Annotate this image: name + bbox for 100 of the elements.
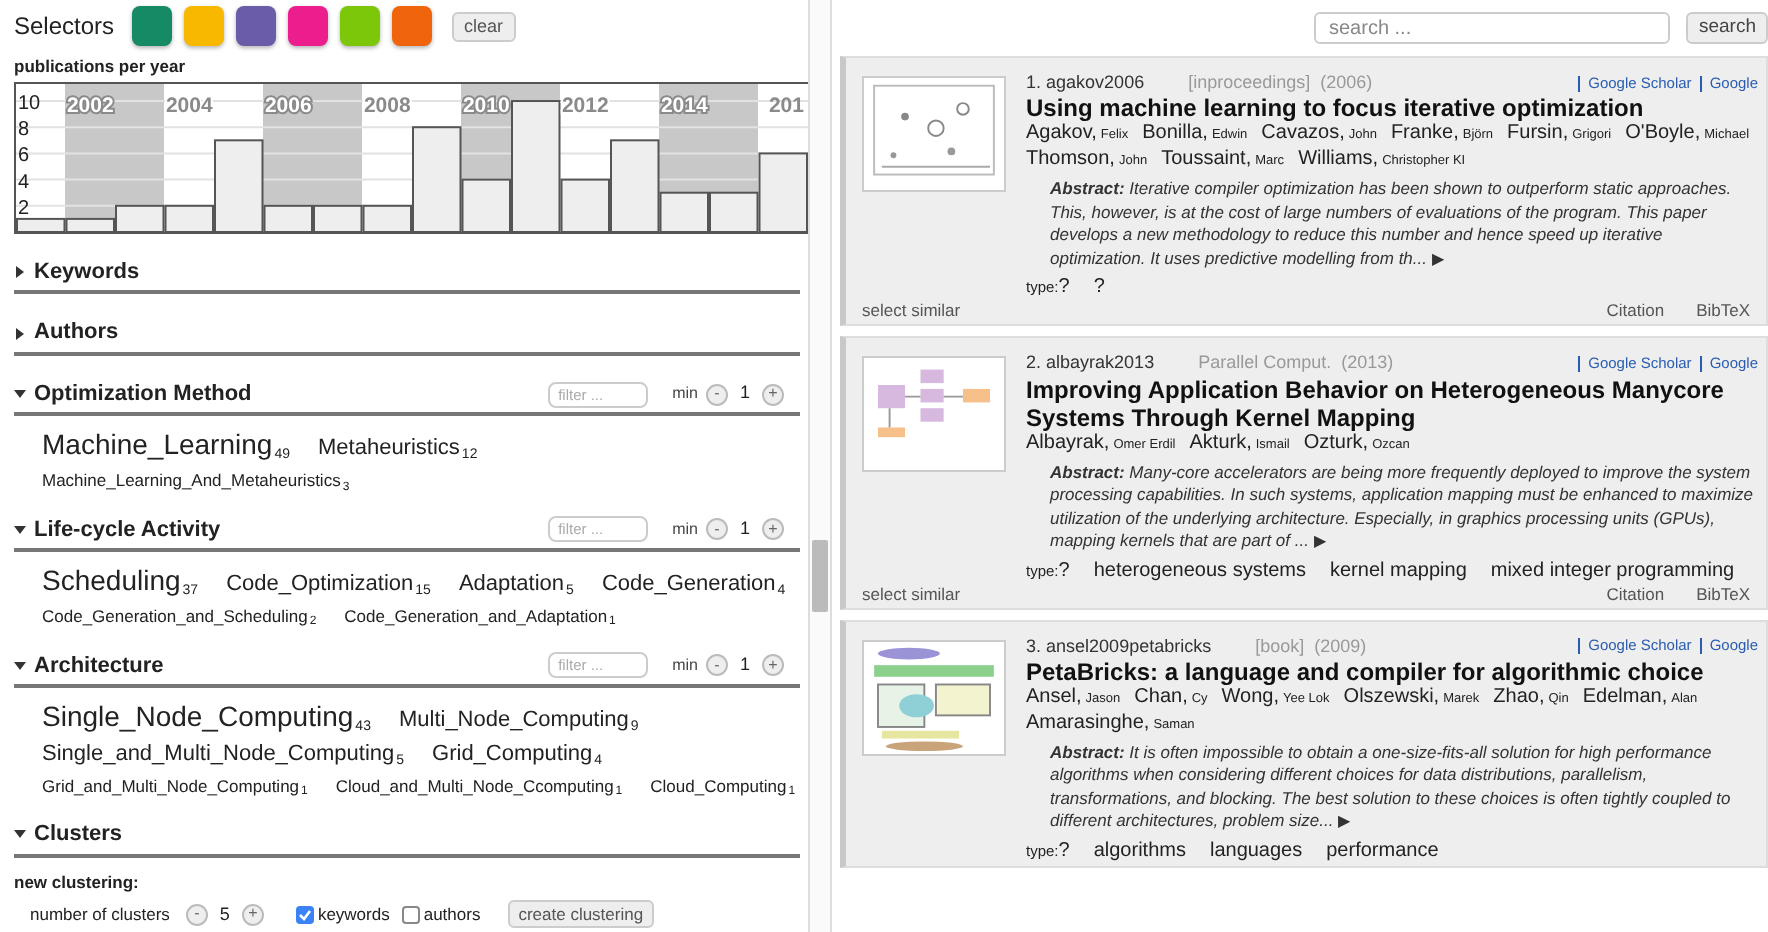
decrement-button[interactable]: - <box>705 383 728 405</box>
section-header[interactable]: Authors <box>14 316 119 350</box>
tag-link[interactable]: Multi_Node_Computing$_{9}$ <box>398 708 639 736</box>
keyword-link[interactable]: mixed integer programming <box>1490 557 1735 583</box>
select-similar-link[interactable]: select similar <box>862 300 961 323</box>
keyword-link[interactable]: algorithms <box>1093 837 1186 864</box>
color-selector[interactable] <box>340 6 381 46</box>
year-label: 2012 <box>561 93 609 118</box>
venue-text: [inproceedings] (2006) <box>1188 72 1373 95</box>
tag-link[interactable]: Code_Generation_and_Adaptation$_{1}$ <box>344 605 616 627</box>
number-value: 1 <box>737 380 752 407</box>
increment-button[interactable]: + <box>241 903 264 926</box>
checkbox-label: authors <box>423 902 481 928</box>
selectors-label: Selectors <box>14 10 115 44</box>
tag-link[interactable]: Code_Generation_and_Scheduling$_{2}$ <box>42 605 317 627</box>
expand-icon[interactable] <box>14 327 26 339</box>
year-label: 2002 <box>66 93 114 118</box>
increment-button[interactable]: + <box>762 654 784 677</box>
expand-link[interactable]: ▶ <box>1431 249 1444 268</box>
min-label: min <box>672 517 698 542</box>
checkbox-label: keywords <box>317 902 390 928</box>
collapse-icon[interactable] <box>14 828 26 841</box>
min-label: min <box>672 653 698 678</box>
tag-link[interactable]: Single_Node_Computing$_{43}$ <box>42 700 371 735</box>
scrollbar-thumb[interactable] <box>812 540 828 612</box>
section-header[interactable]: Keywords <box>14 255 140 289</box>
expand-icon[interactable] <box>14 266 26 278</box>
tag-link[interactable]: Grid_and_Multi_Node_Computing$_{1}$ <box>42 775 308 797</box>
number-value: 5 <box>217 901 232 928</box>
entry-key: 1. agakov2006 <box>1026 72 1145 95</box>
axis-label: 6 <box>18 144 30 167</box>
action-link[interactable]: BibTeX <box>1696 583 1750 605</box>
expand-link[interactable]: ▶ <box>1338 812 1351 831</box>
tag-link[interactable]: Cloud_Computing$_{1}$ <box>650 775 796 797</box>
clear-button[interactable]: clear <box>452 11 516 41</box>
keyword-link[interactable]: performance <box>1326 837 1439 864</box>
year-label: 201 <box>768 93 804 118</box>
search-button[interactable]: search <box>1686 12 1768 44</box>
section-header[interactable]: Clusters <box>14 818 123 852</box>
year-label: 2006 <box>264 93 312 118</box>
color-selector[interactable] <box>288 6 329 46</box>
abstract-text: Abstract: Iterative compiler optimization has been shown to outperform static approaches. This, however, is at the cost of large numbers of evaluations of the program. This paper develops a new methodology to reduce this number and hence speed up iterative optimization. It uses predictive modelling from th... ▶ <box>1048 176 1734 271</box>
year-label: 2008 <box>363 93 411 118</box>
keyword-link[interactable]: heterogeneous systems <box>1093 557 1306 583</box>
collapse-icon[interactable] <box>14 659 26 672</box>
venue-text: [book] (2009) <box>1255 635 1367 658</box>
venue-text: Parallel Comput. (2013) <box>1198 352 1394 375</box>
color-selector[interactable] <box>236 6 277 46</box>
tag-link[interactable]: Adaptation$_{5}$ <box>458 572 574 600</box>
year-label: 2004 <box>165 93 213 118</box>
entry-key: 2. albayrak2013 <box>1026 352 1155 375</box>
abstract-text: Abstract: Many-core accelerators are being more frequently deployed to improve the system processing capabilities. In such systems, application mapping must be enhanced to maximize utilization of the underlying architecture. Especially, in graphics processing units (GPUs), mapping kernels that are part of ... ▶ <box>1047 459 1756 553</box>
tag-link[interactable]: Grid_Computing$_{4}$ <box>432 741 603 769</box>
publication-title[interactable]: Using machine learning to focus iterative optimization <box>1026 94 1758 123</box>
create-clustering-button[interactable]: create clustering <box>508 900 654 929</box>
year-label: 2014 <box>660 93 708 118</box>
axis-label: 2 <box>18 197 30 220</box>
entry-key: 3. ansel2009petabricks <box>1026 635 1212 658</box>
tag-link[interactable]: Machine_Learning$_{49}$ <box>42 428 290 464</box>
color-selector[interactable] <box>184 6 225 46</box>
increment-button[interactable]: + <box>762 383 784 405</box>
action-link[interactable]: BibTeX <box>1696 300 1750 323</box>
search-field[interactable]: search ... <box>1314 12 1671 44</box>
year-label: 2010 <box>462 93 510 118</box>
keyword-link[interactable]: ? <box>1093 274 1105 301</box>
tag-link[interactable]: Single_and_Multi_Node_Computing$_{5}$ <box>42 741 405 769</box>
select-similar-link[interactable]: select similar <box>862 583 961 605</box>
axis-label: 8 <box>18 118 30 141</box>
tag-link[interactable]: Metaheuristics$_{12}$ <box>318 436 478 464</box>
tag-link[interactable]: Code_Optimization$_{15}$ <box>226 572 431 600</box>
tag-link[interactable]: Scheduling$_{37}$ <box>42 564 199 600</box>
keyword-link[interactable]: languages <box>1209 837 1303 864</box>
tag-link[interactable]: Cloud_and_Multi_Node_Ccomputing$_{1}$ <box>335 775 623 797</box>
publication-title[interactable]: PetaBricks: a language and compiler for algorithmic choice <box>1026 657 1758 686</box>
section-header[interactable]: Architecture <box>14 649 164 682</box>
axis-label: 4 <box>18 171 30 194</box>
chart-title: publications per year <box>14 54 187 80</box>
keyword-link[interactable]: kernel mapping <box>1330 557 1467 583</box>
section-header[interactable]: Optimization Method <box>14 377 252 411</box>
collapse-icon[interactable] <box>14 388 26 400</box>
min-label: min <box>672 382 698 406</box>
color-selector[interactable] <box>132 6 173 46</box>
decrement-button[interactable]: - <box>705 518 728 541</box>
color-selector[interactable] <box>392 6 433 46</box>
clustering-heading: new clustering: <box>14 869 141 895</box>
decrement-button[interactable]: - <box>185 903 208 926</box>
tag-link[interactable]: Machine_Learning_And_Metaheuristics$_{3}$ <box>42 470 350 492</box>
number-value: 1 <box>737 652 752 678</box>
expand-link[interactable]: ▶ <box>1313 532 1326 550</box>
decrement-button[interactable]: - <box>705 654 728 677</box>
increment-button[interactable]: + <box>762 518 784 541</box>
clusters-label: number of clusters <box>30 902 170 928</box>
section-header[interactable]: Life-cycle Activity <box>14 513 221 547</box>
action-link[interactable]: Citation <box>1606 583 1665 605</box>
checkbox[interactable] <box>295 905 314 924</box>
collapse-icon[interactable] <box>14 523 26 536</box>
checkbox[interactable] <box>401 905 420 924</box>
tag-link[interactable]: Code_Generation$_{4}$ <box>601 572 786 600</box>
publication-title[interactable]: Improving Application Behavior on Heterogeneous Manycore Systems Through Kernel Mapping <box>1026 375 1758 431</box>
action-link[interactable]: Citation <box>1606 300 1665 323</box>
